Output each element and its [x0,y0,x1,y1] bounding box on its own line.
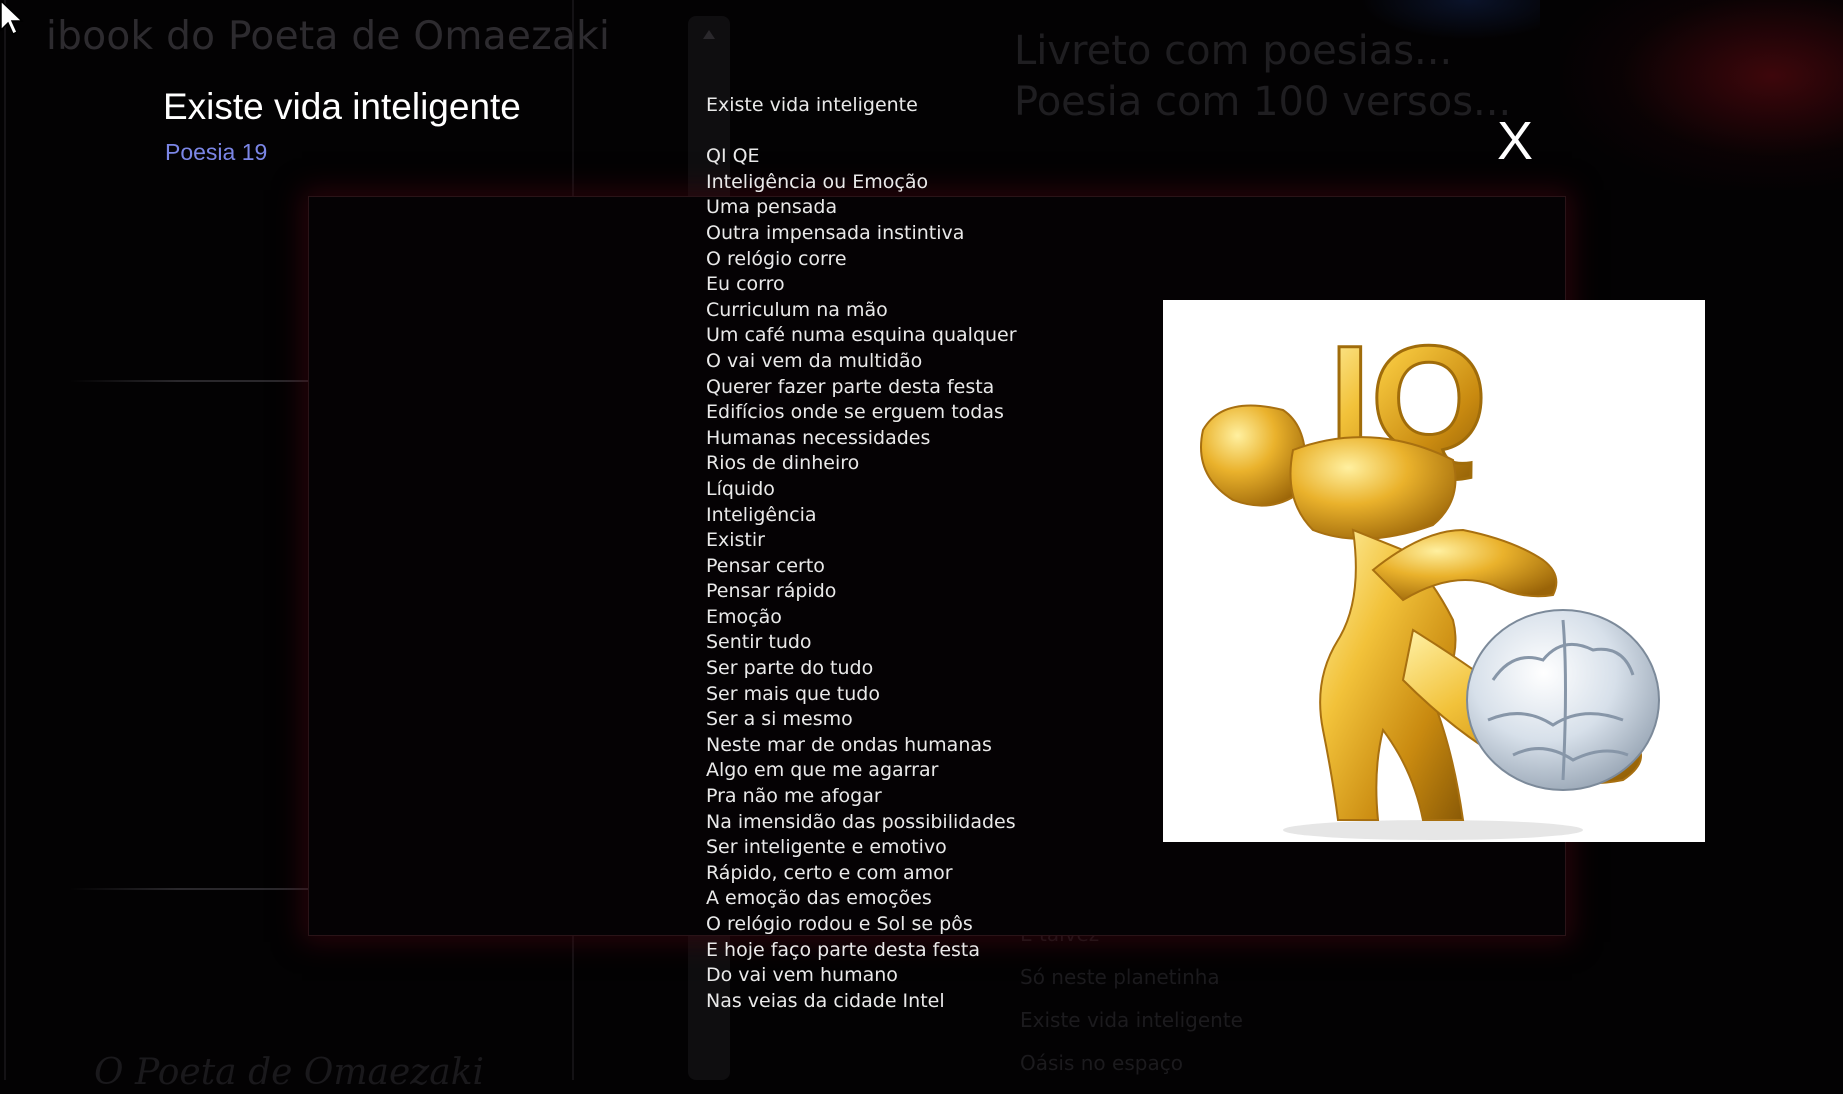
poem-text: Existe vida inteligente QI QE Inteligênci… [706,93,1106,1014]
poem-verse: Algo em que me agarrar [706,759,939,782]
poem-verse: Um café numa esquina qualquer [706,324,1017,347]
poem-verse: Nas veias da cidade Intel [706,989,945,1012]
poem-verse: Eu corro [706,273,785,296]
poem-index-item[interactable]: Existe vida inteligente [1020,1008,1243,1051]
poem-verse: Inteligência [706,503,817,526]
poem-heading: Existe vida inteligente [706,94,918,116]
poem-verse: QI QE [706,145,760,168]
poem-verse: Ser parte do tudo [706,657,874,680]
poem-verse: E hoje faço parte desta festa [706,938,981,961]
background-decoration [1360,0,1540,40]
poem-number: Poesia 19 [165,139,268,165]
poem-verse: O relógio rodou e Sol se pôs [706,913,973,935]
poem-verse: Neste mar de ondas humanas [706,733,992,756]
poem-index-item[interactable]: Oásis no espaço [1020,1051,1243,1094]
poem-verse: Existir [706,529,765,552]
poem-verse: Pensar certo [706,554,825,577]
iq-brain-illustration: IQ [1163,300,1705,842]
poem-verse: Sentir tudo [706,631,812,654]
poem-verse: Edifícios onde se erguem todas [706,401,1004,424]
footer-brand: O Poeta de Omaezaki [94,1052,485,1093]
poem-verse: Inteligência ou Emoção [706,170,929,193]
poem-verse: O relógio corre [706,247,847,270]
verse-list: QI QE Inteligência ou Emoção Uma pensada Ou… [706,144,1106,1014]
poem-verse: Ser mais que tudo [706,682,880,705]
poem-verse: Ser inteligente e emotivo [706,836,947,859]
poem-verse: Do vai vem humano [706,964,898,987]
background-divider [4,0,6,1080]
poem-verse: Pra não me afogar [706,785,882,808]
mouse-cursor-icon [0,0,24,36]
close-button[interactable]: X [1494,112,1536,170]
poem-verse: Ser a si mesmo [706,708,853,731]
poem-verse: Curriculum na mão [706,298,888,321]
poem-verse: Na imensidão das possibilidades [706,810,1016,833]
poem-verse: Humanas necessidades [706,426,931,449]
poem-verse: Rápido, certo e com amor [706,861,953,884]
poem-verse: Emoção [706,605,782,628]
golden-figure-icon: IQ [1200,313,1660,840]
poem-verse: Uma pensada [706,196,838,219]
poem-verse: Pensar rápido [706,580,837,603]
poem-verse: Outra impensada instintiva [706,221,965,244]
poem-verse: O vai vem da multidão [706,349,923,372]
poem-title: Existe vida inteligente [163,86,521,127]
scroll-up-icon[interactable] [703,30,715,39]
site-title: ibook do Poeta de Omaezaki [46,14,611,59]
poem-verse: Rios de dinheiro [706,452,860,475]
poem-verse: A emoção das emoções [706,887,932,910]
poem-verse: Líquido [706,477,775,500]
poem-verse: Querer fazer parte desta festa [706,375,995,398]
background-decoration [1560,0,1843,190]
